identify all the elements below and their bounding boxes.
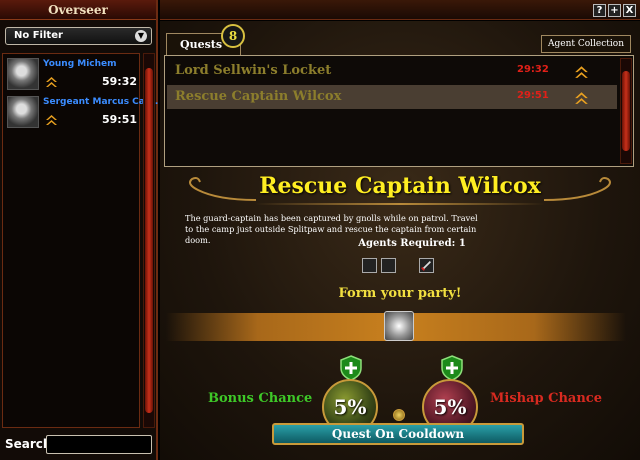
bonus-chance-label: Bonus Chance — [208, 391, 313, 406]
filter-dropdown[interactable]: No Filter ▼ — [5, 27, 152, 45]
quest-time: 29:51 — [517, 90, 549, 101]
agent-list-scrollbar[interactable] — [143, 53, 155, 428]
party-slot[interactable] — [384, 311, 414, 341]
quest-row-selected[interactable]: Rescue Captain Wilcox 29:51 — [167, 85, 617, 109]
agent-time: 59:51 — [101, 113, 137, 126]
agent-portrait — [7, 58, 39, 90]
agent-time: 59:32 — [101, 75, 137, 88]
quest-title: Rescue Captain Wilcox — [259, 173, 541, 199]
rank-chevron-icon — [575, 66, 588, 78]
quest-list: Lord Sellwin's Locket 29:32 Rescue Capta… — [164, 55, 634, 167]
rank-chevron-icon — [46, 77, 57, 87]
overseer-panel: Overseer No Filter ▼ Young Michem 59:32 … — [0, 0, 158, 460]
trait-icon[interactable] — [362, 258, 377, 273]
agents-required: Agents Required: 1 — [160, 238, 640, 249]
agent-name: Young Michem — [43, 59, 117, 69]
maximize-button[interactable]: + — [608, 4, 621, 17]
quest-cooldown-button[interactable]: Quest On Cooldown — [272, 423, 524, 445]
rank-chevron-icon — [46, 115, 57, 125]
tab-quests-label: Quests — [180, 38, 223, 51]
window-titlebar: ? + X — [160, 0, 640, 20]
plus-shield-icon — [340, 355, 362, 381]
panel-title: Overseer — [0, 0, 156, 20]
scrollbar-thumb[interactable] — [622, 71, 630, 151]
party-label: Form your party! — [338, 286, 462, 301]
sword-icon[interactable] — [419, 258, 434, 273]
quest-count-badge: 8 — [221, 24, 245, 48]
search-label: Search — [5, 437, 52, 451]
chevron-down-icon: ▼ — [135, 30, 147, 42]
agent-item[interactable]: Sergeant Marcus Car... 59:51 — [5, 94, 158, 130]
scrollbar-thumb[interactable] — [145, 68, 153, 413]
close-button[interactable]: X — [623, 4, 636, 17]
quest-name: Lord Sellwin's Locket — [175, 63, 332, 78]
search-input[interactable] — [46, 435, 152, 454]
mishap-chance-label: Mishap Chance — [490, 391, 602, 406]
agent-portrait — [7, 96, 39, 128]
filter-value: No Filter — [14, 30, 63, 41]
agent-item[interactable]: Young Michem 59:32 — [5, 56, 139, 92]
quest-row[interactable]: Lord Sellwin's Locket 29:32 — [167, 59, 617, 83]
help-button[interactable]: ? — [593, 4, 606, 17]
agents-required-value: 1 — [458, 238, 466, 249]
agent-name: Sergeant Marcus Car... — [43, 97, 159, 107]
quest-time: 29:32 — [517, 64, 549, 75]
agents-required-label: Agents Required: — [358, 238, 456, 249]
agent-list: Young Michem 59:32 Sergeant Marcus Car..… — [2, 53, 158, 428]
mishap-chance-value: 5% — [433, 395, 467, 419]
quest-name: Rescue Captain Wilcox — [175, 89, 342, 104]
rank-chevron-icon — [575, 92, 588, 104]
tab-agent-collection[interactable]: Agent Collection — [541, 35, 631, 53]
plus-shield-icon — [441, 355, 463, 381]
gem-icon — [393, 409, 405, 421]
trait-icon[interactable] — [381, 258, 396, 273]
quest-window: Quests 8 Agent Collection Lord Sellwin's… — [160, 21, 640, 460]
quest-list-scrollbar[interactable] — [620, 58, 632, 164]
title-divider — [255, 203, 545, 205]
bonus-chance-value: 5% — [333, 395, 367, 419]
